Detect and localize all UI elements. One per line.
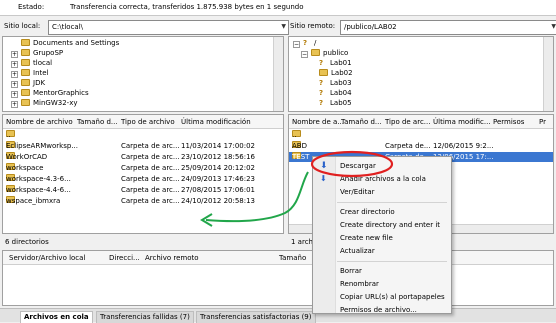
annotation-overlay: [200, 150, 394, 227]
drag-arrow: [205, 171, 309, 223]
highlight-circle: [310, 150, 394, 178]
